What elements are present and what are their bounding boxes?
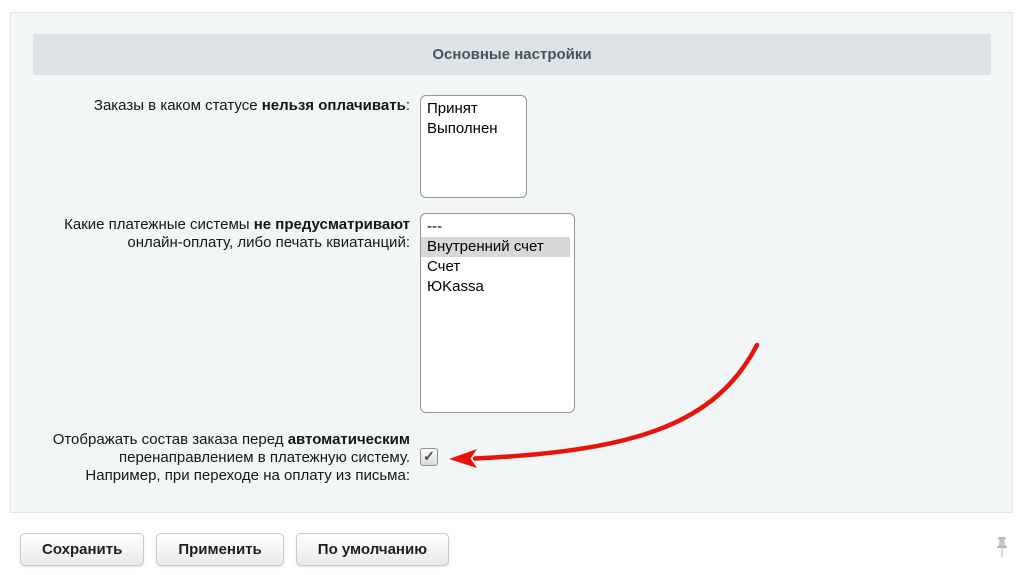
panel-header: Основные настройки bbox=[33, 34, 991, 75]
label-bold-text: не предусматривают bbox=[254, 216, 410, 233]
listbox-option[interactable]: Счет bbox=[421, 257, 570, 277]
listbox-option[interactable]: --- bbox=[421, 217, 570, 237]
listbox-option-selected[interactable]: Внутренний счет bbox=[421, 237, 570, 257]
listbox-option[interactable]: ЮKassa bbox=[421, 277, 570, 297]
label-text: перенаправлением в платежную систему. bbox=[20, 449, 410, 467]
listbox-option[interactable]: Принят bbox=[421, 99, 522, 119]
label-bold-text: нельзя оплачивать bbox=[262, 97, 406, 114]
pin-icon[interactable] bbox=[995, 537, 1009, 560]
label-text: Какие платежные системы bbox=[64, 216, 254, 233]
label-text: Заказы в каком статусе bbox=[94, 97, 262, 114]
label-text: онлайн-оплату, либо печать квиатанций: bbox=[30, 234, 410, 252]
listbox-option[interactable]: Выполнен bbox=[421, 119, 522, 139]
show-order-checkbox[interactable]: ✓ bbox=[420, 448, 438, 466]
panel-title: Основные настройки bbox=[432, 46, 591, 63]
settings-panel: Основные настройки Заказы в каком статус… bbox=[10, 12, 1013, 513]
label-text: Например, при переходе на оплату из пись… bbox=[20, 467, 410, 485]
apply-button[interactable]: Применить bbox=[156, 533, 283, 566]
payment-systems-listbox[interactable]: --- Внутренний счет Счет ЮKassa bbox=[420, 213, 575, 413]
label-text: : bbox=[406, 97, 410, 114]
payment-systems-field-label: Какие платежные системы не предусматрива… bbox=[30, 216, 410, 252]
status-listbox[interactable]: Принят Выполнен bbox=[420, 95, 527, 198]
defaults-button[interactable]: По умолчанию bbox=[296, 533, 449, 566]
label-bold-text: автоматическим bbox=[288, 431, 410, 448]
checkmark-icon: ✓ bbox=[423, 449, 435, 463]
label-text: Отображать состав заказа перед bbox=[53, 431, 288, 448]
save-button[interactable]: Сохранить bbox=[20, 533, 144, 566]
status-field-label: Заказы в каком статусе нельзя оплачивать… bbox=[30, 97, 410, 115]
toolbar: Сохранить Применить По умолчанию bbox=[20, 533, 449, 566]
page: Основные настройки Заказы в каком статус… bbox=[0, 0, 1024, 575]
show-order-field-label: Отображать состав заказа перед автоматич… bbox=[20, 431, 410, 485]
